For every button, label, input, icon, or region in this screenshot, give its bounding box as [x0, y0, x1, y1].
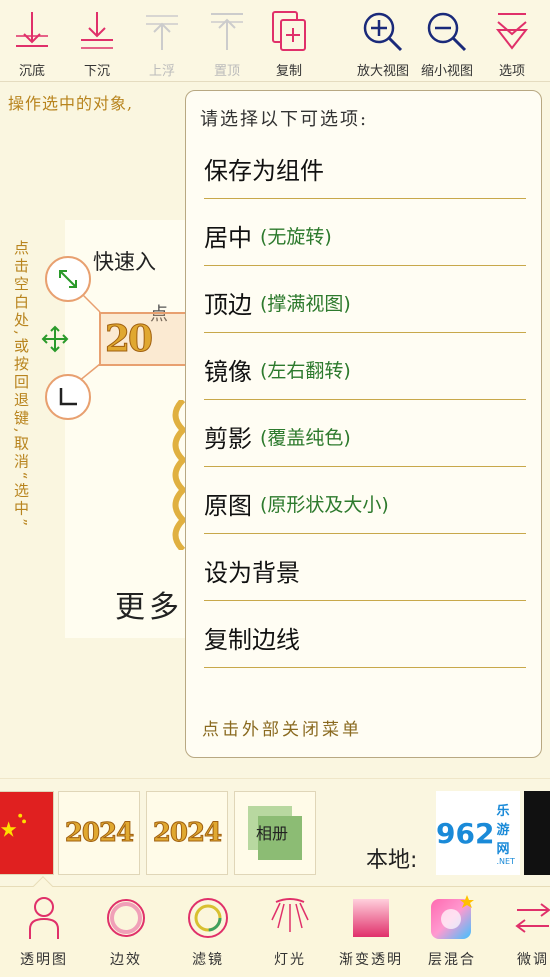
move-down-icon — [75, 10, 119, 54]
tab-transparent-image[interactable]: 透明图 — [14, 887, 74, 977]
selection-hint: 操作选中的对象, — [8, 94, 134, 113]
options-menu: 请选择以下可选项: 保存为组件 居中 (无旋转) 顶边 (撑满视图) 镜像 (左… — [185, 90, 542, 758]
album-icon: 相册 — [248, 806, 302, 860]
menu-item-copy-border[interactable]: 复制边线 — [204, 608, 526, 668]
album-button[interactable]: 相册 — [234, 791, 316, 875]
options-icon — [490, 10, 534, 54]
site-logo: 962 乐游网 .NET — [436, 804, 515, 866]
menu-item-sublabel: (左右翻转) — [260, 360, 351, 382]
tab-label: 边效 — [110, 952, 142, 968]
zoom-in-icon — [361, 10, 405, 54]
move-handle[interactable] — [40, 324, 70, 354]
toolbar-move-down-button[interactable]: 下沉 — [75, 0, 119, 82]
toolbar-sink-bottom-button[interactable]: 沉底 — [10, 0, 54, 82]
resize-handle[interactable] — [45, 256, 91, 302]
sink-bottom-icon — [10, 10, 54, 54]
asset-strip: 2024 2024 相册 962 乐游网 .NET — [0, 778, 550, 886]
canvas-text-element[interactable]: 快速入 — [93, 246, 156, 276]
move-up-icon — [140, 10, 184, 54]
menu-item-set-background[interactable]: 设为背景 — [204, 541, 526, 601]
tab-label: 微调 — [517, 952, 549, 968]
tab-gradient-transparent[interactable]: 渐变透明 — [335, 887, 407, 977]
rotate-handle[interactable] — [45, 374, 91, 420]
menu-item-label: 镜像 — [204, 358, 252, 386]
fine-tune-icon — [510, 895, 550, 941]
menu-item-label: 原图 — [204, 492, 252, 520]
menu-item-mirror[interactable]: 镜像 (左右翻转) — [204, 340, 526, 400]
tab-border-effect[interactable]: 边效 — [96, 887, 156, 977]
toolbar-move-up-button[interactable]: 上浮 — [140, 0, 184, 82]
tab-label: 渐变透明 — [339, 952, 403, 968]
tab-label: 透明图 — [20, 952, 68, 968]
toolbar-label: 置顶 — [213, 64, 240, 79]
person-icon — [21, 895, 67, 941]
tab-fine-tune[interactable]: 微调 — [508, 887, 550, 977]
menu-item-sublabel: (覆盖纯色) — [260, 427, 351, 449]
toolbar-label: 复制 — [275, 64, 302, 79]
thumb-dark[interactable] — [524, 791, 550, 875]
toolbar-copy-button[interactable]: 复制 — [267, 0, 311, 82]
thumb-text: 2024 — [64, 818, 134, 849]
album-label: 相册 — [256, 824, 289, 843]
toolbar-label: 沉底 — [18, 64, 45, 79]
bottom-toolbar: 透明图 边效 滤镜 灯光 渐变透明 层混合 微调 — [0, 876, 550, 977]
light-icon — [267, 895, 313, 941]
tab-label: 灯光 — [274, 952, 306, 968]
menu-close-hint: 点击外部关闭菜单 — [202, 720, 362, 740]
canvas-text-element[interactable]: 更多 — [115, 582, 183, 626]
toolbar-bring-top-button[interactable]: 置顶 — [205, 0, 249, 82]
thumb-text: 2024 — [152, 818, 222, 849]
china-flag-image — [0, 792, 53, 874]
menu-item-sublabel: (原形状及大小) — [260, 494, 389, 516]
resize-icon — [59, 270, 77, 288]
menu-item-top-edge[interactable]: 顶边 (撑满视图) — [204, 273, 526, 333]
menu-item-label: 剪影 — [204, 425, 252, 453]
copy-icon — [267, 10, 311, 54]
thumb-logo[interactable]: 962 乐游网 .NET — [436, 791, 520, 875]
tab-layer-blend[interactable]: 层混合 — [420, 887, 484, 977]
thumb-2024-b[interactable]: 2024 — [146, 791, 228, 875]
menu-item-sublabel: (无旋转) — [260, 226, 332, 248]
gradient-icon — [348, 895, 394, 941]
bring-top-icon — [205, 10, 249, 54]
menu-item-label: 复制边线 — [204, 626, 300, 654]
toolbar-label: 缩小视图 — [420, 64, 473, 79]
corner-icon — [59, 388, 77, 406]
menu-title: 请选择以下可选项: — [200, 109, 369, 130]
menu-item-center[interactable]: 居中 (无旋转) — [204, 206, 526, 266]
selected-object-label: 20 — [104, 318, 153, 361]
border-effect-icon — [103, 895, 149, 941]
top-toolbar: 沉底 下沉 上浮 置顶 复制 放大视图 缩小视图 选项 — [0, 0, 550, 82]
toolbar-label: 选项 — [498, 64, 525, 79]
toolbar-options-button[interactable]: 选项 — [490, 0, 534, 82]
toolbar-label: 放大视图 — [356, 64, 409, 79]
tab-label: 滤镜 — [192, 952, 224, 968]
deselect-hint: 点击空白处,或按回退键,取消“选中” — [12, 240, 30, 529]
filter-icon — [185, 895, 231, 941]
layer-blend-icon — [429, 895, 475, 941]
menu-item-save-as-component[interactable]: 保存为组件 — [204, 139, 526, 199]
toolbar-label: 上浮 — [148, 64, 175, 79]
thumb-2024-a[interactable]: 2024 — [58, 791, 140, 875]
toolbar-label: 下沉 — [83, 64, 110, 79]
toolbar-zoom-in-button[interactable]: 放大视图 — [352, 0, 414, 82]
thumb-flag[interactable] — [0, 791, 54, 875]
tab-light[interactable]: 灯光 — [260, 887, 320, 977]
selected-object[interactable]: 20 — [99, 312, 187, 366]
tab-filter[interactable]: 滤镜 — [178, 887, 238, 977]
menu-item-silhouette[interactable]: 剪影 (覆盖纯色) — [204, 407, 526, 467]
tab-label: 层混合 — [428, 952, 476, 968]
menu-item-original[interactable]: 原图 (原形状及大小) — [204, 474, 526, 534]
menu-item-sublabel: (撑满视图) — [260, 293, 351, 315]
zoom-out-icon — [425, 10, 469, 54]
move-arrows-icon — [41, 325, 69, 353]
toolbar-zoom-out-button[interactable]: 缩小视图 — [416, 0, 478, 82]
menu-item-label: 设为背景 — [204, 559, 300, 587]
menu-item-label: 保存为组件 — [204, 157, 324, 185]
local-label: 本地: — [366, 848, 418, 873]
menu-item-label: 居中 — [204, 224, 252, 252]
menu-item-label: 顶边 — [204, 291, 252, 319]
